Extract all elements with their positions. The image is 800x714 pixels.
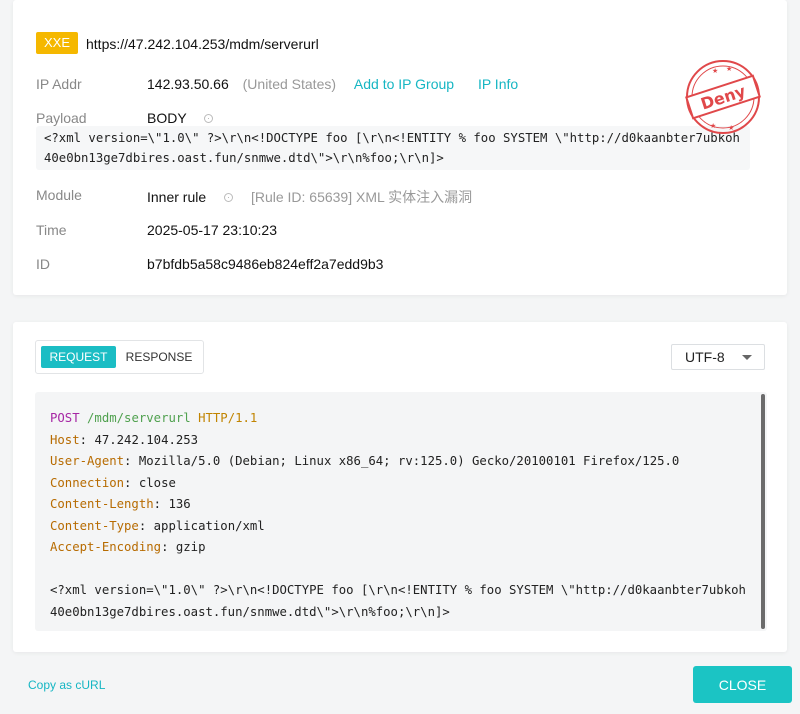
time-label: Time xyxy=(36,222,67,238)
module-row: Inner rule [Rule ID: 65639] XML 实体注入漏洞 xyxy=(147,187,472,207)
module-label: Module xyxy=(36,187,82,203)
svg-text:★: ★ xyxy=(726,65,732,73)
payload-content: <?xml version=\"1.0\" ?>\r\n<!DOCTYPE fo… xyxy=(36,126,750,170)
svg-text:★: ★ xyxy=(712,67,718,75)
request-path: /mdm/serverurl xyxy=(87,411,191,425)
header-line: Accept-Encoding: gzip xyxy=(50,540,206,554)
ip-country: (United States) xyxy=(242,76,337,92)
svg-text:★: ★ xyxy=(728,124,734,132)
header-name: Host xyxy=(50,432,80,447)
header-line: Connection: close xyxy=(50,475,176,490)
header-line: Content-Length: 136 xyxy=(50,497,191,511)
header-name: Content-Length xyxy=(50,497,154,511)
copy-as-curl-link[interactable]: Copy as cURL xyxy=(28,678,105,692)
request-protocol: HTTP/1.1 xyxy=(198,411,258,425)
ip-row: 142.93.50.66 (United States) Add to IP G… xyxy=(147,76,518,92)
deny-stamp: ★ ★ ★ ★ Deny xyxy=(685,60,761,134)
header-name: Connection xyxy=(50,475,125,490)
header-value: 136 xyxy=(168,497,191,511)
header-value: close xyxy=(138,475,176,490)
tab-request[interactable]: REQUEST xyxy=(41,346,116,368)
rule-description: [Rule ID: 65639] XML 实体注入漏洞 xyxy=(250,189,473,205)
header-name: Accept-Encoding xyxy=(50,540,162,554)
raw-request-viewer: POST /mdm/serverurl HTTP/1.1 Host: 47.24… xyxy=(35,392,767,631)
header-value: gzip xyxy=(175,540,206,554)
header-line: Host: 47.242.104.253 xyxy=(50,432,199,447)
id-label: ID xyxy=(36,256,50,272)
request-detail-card: REQUEST RESPONSE UTF-8 POST /mdm/serveru… xyxy=(13,322,787,652)
header-value: Mozilla/5.0 (Debian; Linux x86_64; rv:12… xyxy=(138,454,680,468)
svg-text:★: ★ xyxy=(710,122,716,130)
header-line: User-Agent: Mozilla/5.0 (Debian; Linux x… xyxy=(50,454,680,468)
payload-type-row: BODY xyxy=(147,110,214,126)
attack-type-tag: XXE xyxy=(36,32,79,54)
chevron-down-icon xyxy=(742,355,752,360)
info-icon[interactable] xyxy=(204,113,214,123)
request-response-tabs: REQUEST RESPONSE xyxy=(35,340,204,374)
ip-info-link[interactable]: IP Info xyxy=(478,76,518,92)
ip-address: 142.93.50.66 xyxy=(147,76,229,92)
request-method: POST xyxy=(50,411,80,425)
encoding-value: UTF-8 xyxy=(685,349,725,365)
header-name: User-Agent xyxy=(50,454,125,468)
request-body: <?xml version=\"1.0\" ?>\r\n<!DOCTYPE fo… xyxy=(50,583,746,619)
request-url: https://47.242.104.253/mdm/serverurl xyxy=(86,36,319,52)
id-value: b7bfdb5a58c9486eb824eff2a7edd9b3 xyxy=(147,256,384,272)
header-line: Content-Type: application/xml xyxy=(50,518,265,533)
time-value: 2025-05-17 23:10:23 xyxy=(147,222,277,238)
scrollbar[interactable] xyxy=(761,394,765,629)
header-value: 47.242.104.253 xyxy=(94,432,199,447)
info-icon[interactable] xyxy=(224,192,234,202)
add-to-ip-group-link[interactable]: Add to IP Group xyxy=(354,76,454,92)
module-name: Inner rule xyxy=(147,189,207,205)
close-button[interactable]: CLOSE xyxy=(693,666,792,703)
request-summary-card: XXE https://47.242.104.253/mdm/serverurl… xyxy=(13,0,787,295)
header-name: Content-Type xyxy=(50,518,139,533)
tab-response[interactable]: RESPONSE xyxy=(120,346,198,368)
encoding-select[interactable]: UTF-8 xyxy=(671,344,765,370)
payload-type: BODY xyxy=(147,110,187,126)
ip-label: IP Addr xyxy=(36,76,82,92)
payload-label: Payload xyxy=(36,110,87,126)
request-line: POST /mdm/serverurl HTTP/1.1 xyxy=(50,408,767,430)
header-value: application/xml xyxy=(153,518,265,533)
